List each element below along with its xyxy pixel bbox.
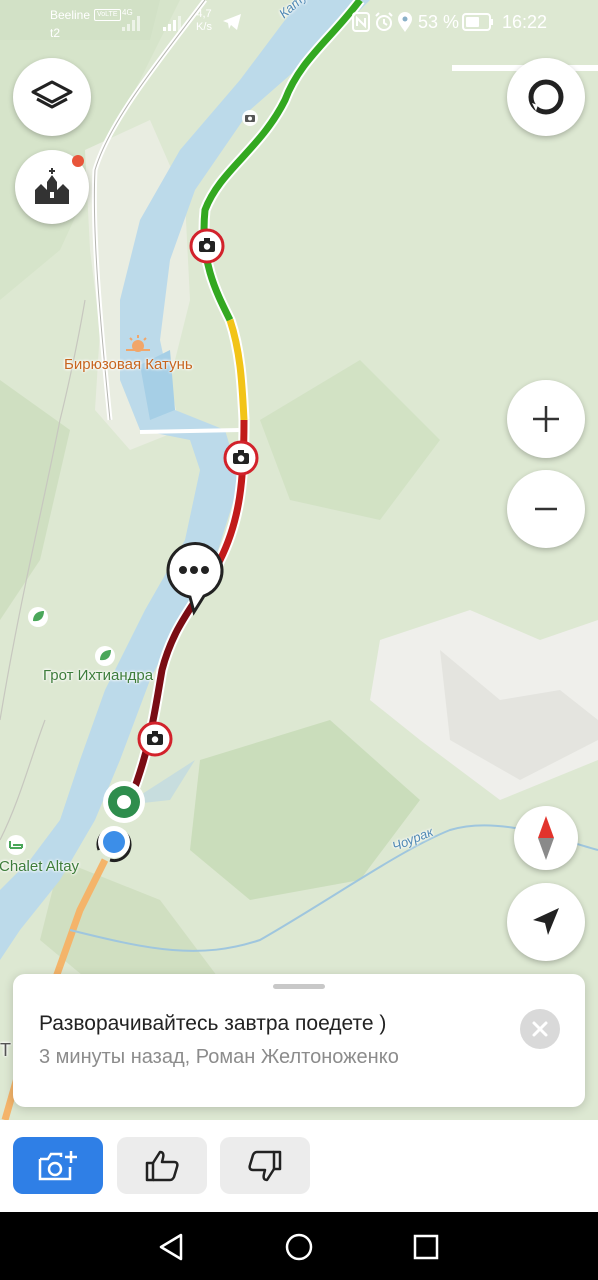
event-meta: 3 минуты назад, Роман Желтоноженко <box>39 1046 399 1068</box>
layers-button[interactable] <box>13 58 91 136</box>
volte-badge: VoLTE <box>94 9 121 21</box>
like-button[interactable] <box>117 1137 207 1194</box>
speed-unit: K/s <box>196 21 212 33</box>
close-icon <box>532 1021 548 1037</box>
poi-label-biryuzovaya-katun[interactable]: Бирюзовая Катунь <box>64 356 193 373</box>
dislike-button[interactable] <box>220 1137 310 1194</box>
locate-me-icon <box>533 908 559 935</box>
event-message: Разворачивайтесь завтра поедете ) <box>39 1012 387 1035</box>
compass-ring-icon <box>528 79 564 115</box>
carrier-name: Beeline <box>50 8 91 22</box>
road-event-sheet[interactable]: Разворачивайтесь завтра поедете ) 3 мину… <box>13 974 585 1107</box>
edge-label: Т <box>0 1040 11 1060</box>
camera-marker-icon <box>242 110 258 126</box>
locate-me-button[interactable] <box>507 883 585 961</box>
recents-button[interactable] <box>409 1230 443 1264</box>
poi-label-grot-ikhtiandra[interactable]: Грот Ихтиандра <box>43 667 153 684</box>
alice-button[interactable] <box>507 58 585 136</box>
system-nav-bar <box>0 1212 598 1280</box>
status-bar: Beeline VoLTE 4G t2 4,7 K/s 53 % 16:22 <box>0 0 598 46</box>
start-point-marker <box>103 781 145 823</box>
back-button[interactable] <box>154 1230 188 1264</box>
signal-icon <box>122 16 140 31</box>
speed-camera-icon[interactable] <box>189 228 225 264</box>
carrier-name-2: t2 <box>50 26 61 40</box>
compass-button[interactable] <box>514 806 578 870</box>
speed-camera-icon[interactable] <box>137 721 173 757</box>
zoom-in-icon <box>533 406 559 432</box>
hotel-icon <box>6 835 26 855</box>
close-button[interactable] <box>520 1009 560 1049</box>
thumbs-up-icon <box>145 1150 179 1181</box>
clock: 16:22 <box>502 12 548 32</box>
add-photo-icon <box>38 1150 77 1180</box>
home-icon <box>285 1233 313 1261</box>
add-photo-button[interactable] <box>13 1137 103 1194</box>
home-button[interactable] <box>282 1230 316 1264</box>
thumbs-down-icon <box>248 1150 282 1181</box>
recents-icon <box>413 1234 439 1260</box>
battery-icon <box>462 13 493 31</box>
speed-value: 4,7 <box>196 8 212 20</box>
landmarks-icon <box>35 168 69 204</box>
zoom-in-button[interactable] <box>507 380 585 458</box>
poi-label-chalet-altay[interactable]: Chalet Altay <box>0 858 79 875</box>
nfc-icon <box>352 12 370 32</box>
sheet-handle[interactable] <box>273 984 325 989</box>
signal-icon <box>163 16 181 31</box>
back-icon <box>159 1233 183 1261</box>
telegram-icon <box>223 14 241 30</box>
zoom-out-button[interactable] <box>507 470 585 548</box>
zoom-out-icon <box>535 507 557 511</box>
alarm-icon <box>375 12 393 31</box>
action-bar <box>0 1120 598 1212</box>
battery-percent: 53 % <box>418 12 460 32</box>
map-view[interactable] <box>0 0 598 1120</box>
north-compass-icon <box>538 816 554 860</box>
location-pin-icon <box>398 12 412 32</box>
speed-camera-icon[interactable] <box>223 440 259 476</box>
notification-dot <box>72 155 84 167</box>
leaf-icon <box>95 646 115 666</box>
layers-icon <box>31 80 73 109</box>
leaf-icon <box>28 607 48 627</box>
